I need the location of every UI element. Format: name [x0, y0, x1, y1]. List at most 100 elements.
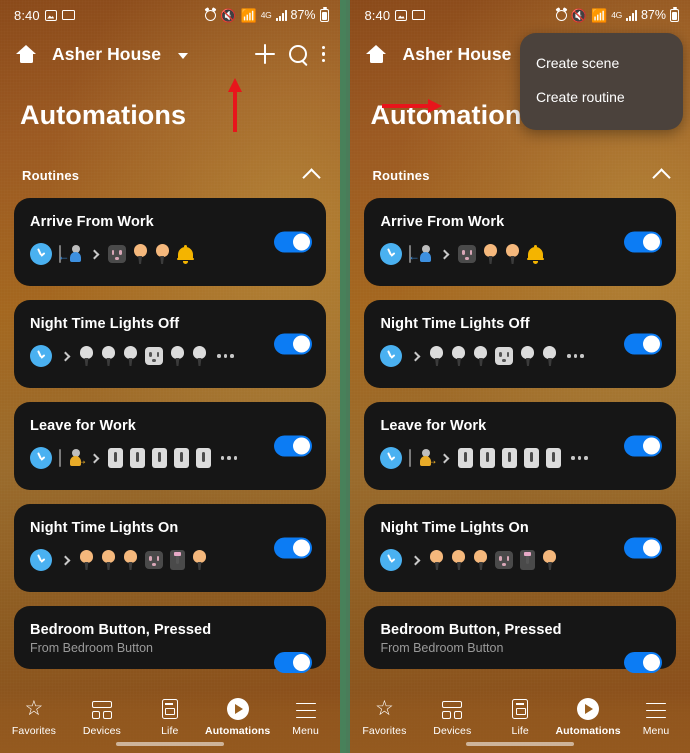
routine-card[interactable]: Night Time Lights On: [364, 504, 676, 592]
bulb-icon: [192, 550, 207, 570]
alarm-icon: [555, 10, 567, 21]
routine-toggle[interactable]: [273, 333, 312, 355]
routine-card[interactable]: Bedroom Button, Pressed From Bedroom Butt…: [364, 606, 676, 673]
mute-icon: 🔇: [220, 7, 237, 23]
status-time: 8:40: [14, 7, 40, 23]
nav-item-menu[interactable]: Menu: [622, 698, 690, 737]
clock-icon: [30, 243, 52, 265]
home-indicator: [115, 742, 224, 746]
routine-title: Arrive From Work: [30, 214, 154, 230]
more-actions-icon[interactable]: [220, 456, 238, 460]
light-switch-icon: [546, 448, 562, 468]
routine-title: Bedroom Button, Pressed: [380, 622, 562, 638]
devices-grid-icon: [91, 698, 113, 720]
app-bar: Asher House: [0, 30, 340, 78]
nav-item-favorites[interactable]: ☆ Favorites: [0, 698, 68, 738]
routine-card[interactable]: Leave for Work →: [364, 402, 676, 490]
routine-toggle[interactable]: [623, 537, 662, 559]
life-document-icon: [159, 698, 181, 720]
nav-item-menu[interactable]: Menu: [272, 698, 340, 737]
routine-toggle[interactable]: [273, 231, 312, 253]
nav-item-automations[interactable]: Automations: [554, 698, 622, 737]
routine-card[interactable]: Arrive From Work ←: [14, 198, 326, 286]
routine-icon-row: [380, 345, 662, 367]
light-switch-icon: [524, 448, 540, 468]
section-header-routines[interactable]: Routines: [0, 131, 340, 187]
chevron-down-icon[interactable]: [178, 52, 189, 59]
nav-item-favorites[interactable]: ☆ Favorites: [350, 697, 418, 738]
star-icon: ☆: [374, 697, 394, 720]
outlet-icon: [107, 245, 126, 263]
routine-toggle[interactable]: [273, 537, 312, 559]
bulb-icon: [101, 346, 116, 366]
routine-card[interactable]: Arrive From Work ←: [364, 198, 676, 286]
bulb-icon: [520, 346, 535, 366]
routine-toggle[interactable]: [623, 231, 662, 253]
nav-item-life[interactable]: Life: [486, 698, 554, 737]
section-label: Routines: [22, 168, 80, 183]
outlet-icon: [145, 347, 163, 365]
bell-icon: [176, 244, 194, 264]
routine-card[interactable]: Night Time Lights On: [14, 504, 326, 592]
chevron-right-icon: [89, 249, 100, 259]
home-icon[interactable]: [16, 44, 36, 64]
screenshot-stage: 8:40 🔇 📶 4G 87% Asher House Automations …: [0, 0, 690, 753]
routine-toggle[interactable]: [273, 652, 312, 673]
clock-icon: [380, 549, 403, 571]
routine-icon-row: [30, 345, 312, 367]
bulb-icon: [123, 550, 138, 570]
bulb-icon: [473, 550, 488, 570]
routine-toggle[interactable]: [623, 333, 662, 355]
more-actions-icon[interactable]: [567, 354, 584, 358]
nav-item-life[interactable]: Life: [136, 698, 204, 737]
routine-card[interactable]: Night Time Lights Off: [14, 300, 326, 388]
bulb-icon: [429, 550, 444, 570]
nav-label: Devices: [433, 725, 472, 737]
play-circle-icon: [226, 698, 249, 720]
search-icon[interactable]: [288, 44, 308, 64]
more-actions-icon[interactable]: [217, 354, 234, 358]
wifi-icon: 📶: [591, 7, 608, 23]
clock-icon: [30, 447, 52, 469]
routine-icon-row: [380, 549, 662, 571]
menu-item-create-routine[interactable]: Create routine: [520, 80, 683, 114]
routine-card-list: Arrive From Work ← Night Time Lights Off Le…: [350, 184, 690, 673]
routine-title: Night Time Lights On: [380, 520, 529, 536]
routine-card[interactable]: Night Time Lights Off: [364, 300, 676, 388]
chevron-right-icon: [439, 453, 450, 463]
light-switch-icon: [151, 448, 167, 468]
nav-item-devices[interactable]: Devices: [418, 698, 486, 737]
house-name[interactable]: Asher House: [402, 44, 511, 65]
chevron-right-icon: [60, 351, 71, 361]
section-header-routines[interactable]: Routines: [350, 131, 690, 187]
nav-item-automations[interactable]: Automations: [204, 698, 272, 737]
more-actions-icon[interactable]: [571, 456, 588, 460]
home-icon[interactable]: [366, 44, 387, 64]
nav-item-devices[interactable]: Devices: [68, 698, 136, 737]
bulb-icon: [451, 550, 466, 570]
routine-card-list: Arrive From Work ← Night Time Lights Off Le…: [0, 184, 340, 673]
more-vertical-icon[interactable]: [321, 44, 326, 64]
routine-subtitle: From Bedroom Button: [30, 641, 153, 655]
routine-toggle[interactable]: [623, 435, 662, 457]
cast-icon: [61, 10, 75, 20]
bulb-icon: [101, 550, 116, 570]
signal-bars-icon: [275, 9, 287, 21]
routine-toggle[interactable]: [623, 652, 662, 673]
gallery-icon: [44, 9, 57, 21]
bulb-icon: [79, 550, 94, 570]
light-switch-icon: [173, 448, 189, 468]
routine-card[interactable]: Bedroom Button, Pressed From Bedroom Butt…: [14, 606, 326, 673]
lte-icon: 4G: [611, 10, 622, 20]
plus-icon[interactable]: [254, 44, 275, 64]
chevron-right-icon: [60, 555, 71, 565]
routine-toggle[interactable]: [273, 435, 312, 457]
menu-item-create-scene[interactable]: Create scene: [520, 46, 683, 80]
house-name[interactable]: Asher House: [52, 44, 161, 65]
routine-card[interactable]: Leave for Work →: [14, 402, 326, 490]
mute-icon: 🔇: [570, 7, 588, 23]
play-circle-icon: [577, 698, 600, 720]
nav-label: Favorites: [362, 725, 407, 737]
battery-icon: [319, 6, 329, 22]
bulb-icon: [505, 244, 520, 264]
